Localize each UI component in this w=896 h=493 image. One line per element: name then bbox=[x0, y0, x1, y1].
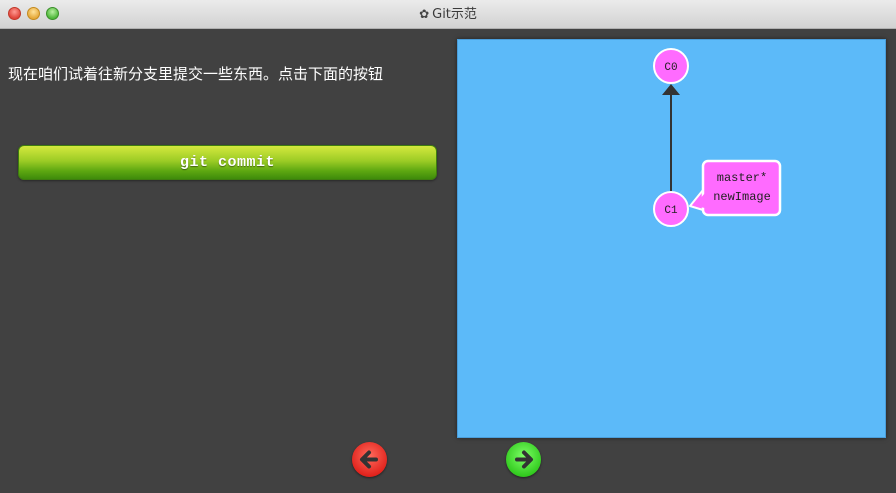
instruction-text: 现在咱们试着往新分支里提交一些东西。点击下面的按钮 bbox=[8, 65, 384, 83]
window-title: ✿ Git示范 bbox=[0, 0, 896, 29]
window-titlebar: ✿ Git示范 bbox=[0, 0, 896, 29]
forward-button[interactable] bbox=[506, 442, 541, 477]
commit-c0[interactable]: C0 bbox=[653, 48, 689, 84]
git-graph-canvas: C0 C1 master* newImage bbox=[457, 39, 886, 438]
git-commit-button[interactable]: git commit bbox=[18, 145, 437, 180]
branch-label-newimage: newImage bbox=[713, 190, 771, 204]
commit-c1-label: C1 bbox=[664, 205, 678, 217]
branch-label-master: master* bbox=[717, 171, 767, 185]
gear-icon: ✿ bbox=[419, 7, 430, 21]
window-title-text: Git示范 bbox=[432, 7, 477, 22]
arrow-left-icon bbox=[360, 450, 378, 469]
git-graph-svg: C0 C1 master* newImage bbox=[653, 48, 782, 227]
back-button[interactable] bbox=[352, 442, 387, 477]
commit-c0-label: C0 bbox=[664, 62, 677, 74]
branch-label[interactable]: master* newImage bbox=[689, 159, 782, 217]
arrow-right-icon bbox=[515, 450, 533, 469]
commit-edge-arrowhead bbox=[662, 84, 680, 95]
commit-c1[interactable]: C1 bbox=[653, 191, 689, 227]
